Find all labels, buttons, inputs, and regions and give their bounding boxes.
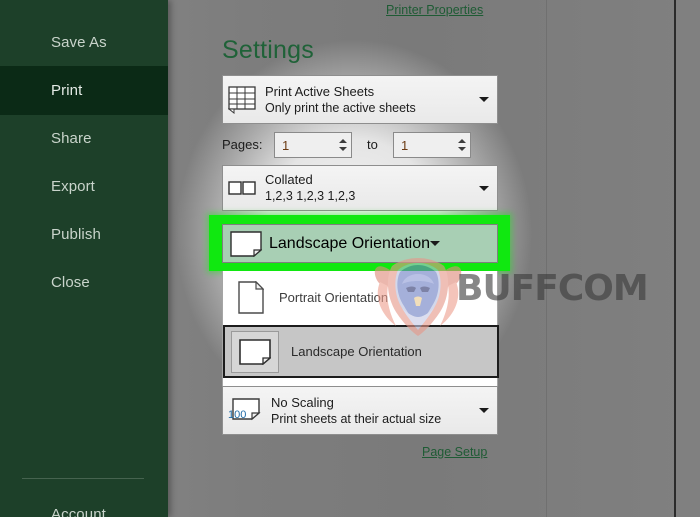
sidebar-item-share[interactable]: Share [0,114,168,163]
collate-pages-icon [223,179,263,197]
collation-dropdown[interactable]: Collated 1,2,3 1,2,3 1,2,3 [222,165,498,211]
scaling-badge: 100 [228,409,247,421]
spinner-arrows-icon[interactable] [335,133,351,157]
pages-label: Pages: [222,137,263,152]
sidebar-item-close[interactable]: Close [0,258,168,307]
pages-to-input[interactable]: 1 [393,132,471,158]
sidebar-item-label: Publish [51,226,101,243]
sidebar-item-export[interactable]: Export [0,162,168,211]
landscape-page-icon [223,230,269,257]
chevron-down-icon[interactable] [471,408,497,413]
scaling-subtitle: Print sheets at their actual size [271,411,442,426]
sidebar-item-save-as[interactable]: Save As [0,18,168,67]
sidebar-divider [22,478,144,479]
sidebar-item-label: Export [51,178,95,195]
scaling-title: No Scaling [271,394,334,410]
orientation-option-list: Portrait Orientation Landscape Orientati… [222,271,499,386]
orientation-option-label: Portrait Orientation [279,290,389,305]
chevron-down-icon[interactable] [471,185,497,191]
orientation-option-landscape[interactable]: Landscape Orientation [223,325,499,378]
pages-to-value: 1 [401,137,409,153]
print-what-text: Print Active Sheets Only print the activ… [263,83,471,117]
chevron-down-icon[interactable] [471,97,497,102]
preview-divider [674,0,676,517]
collation-title: Collated [265,172,313,187]
pages-to-label: to [367,137,378,152]
settings-heading: Settings [222,36,314,64]
scaling-icon: 100 [223,398,269,423]
worksheet-grid-icon [223,85,263,114]
sidebar-item-print[interactable]: Print [0,66,168,115]
collation-subtitle: 1,2,3 1,2,3 1,2,3 [265,189,356,203]
orientation-title: Landscape Orientation [269,234,430,252]
chevron-down-icon[interactable] [430,241,440,246]
print-what-title: Print Active Sheets [265,83,375,99]
sidebar-item-account[interactable]: Account [0,490,168,517]
backdrop-band [546,0,547,517]
orientation-dropdown[interactable]: Landscape Orientation [222,224,498,263]
orientation-option-portrait[interactable]: Portrait Orientation [223,271,497,324]
orientation-option-label: Landscape Orientation [291,344,422,359]
excel-print-backstage: Save As Print Share Export Publish Close… [0,0,700,517]
sidebar-item-label: Save As [51,34,107,51]
scaling-text: No Scaling Print sheets at their actual … [269,394,471,428]
printer-properties-link[interactable]: Printer Properties [386,3,483,17]
portrait-page-icon [223,281,279,314]
sidebar-item-label: Print [51,82,83,99]
spinner-arrows-icon[interactable] [454,133,470,157]
page-setup-link[interactable]: Page Setup [422,445,487,459]
print-what-subtitle: Only print the active sheets [265,100,416,115]
pages-from-input[interactable]: 1 [274,132,352,158]
backstage-sidebar: Save As Print Share Export Publish Close… [0,0,168,517]
scaling-dropdown[interactable]: 100 No Scaling Print sheets at their act… [222,386,498,435]
orientation-text: Landscape Orientation [269,235,430,253]
landscape-page-icon [231,330,279,373]
print-what-dropdown[interactable]: Print Active Sheets Only print the activ… [222,75,498,124]
pages-from-value: 1 [282,137,290,153]
sidebar-item-publish[interactable]: Publish [0,210,168,259]
sidebar-item-label: Close [51,274,90,291]
collation-text: Collated 1,2,3 1,2,3 1,2,3 [263,171,471,205]
sidebar-item-label: Share [51,130,92,147]
sidebar-item-label: Account [51,506,106,517]
